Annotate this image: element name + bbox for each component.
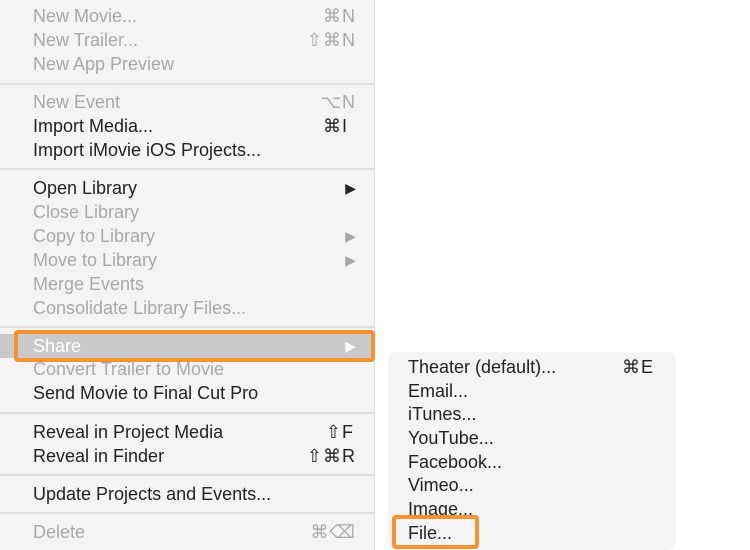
menu-item-label: Email...: [408, 381, 469, 401]
menu-item-open-library[interactable]: Open Library ▶: [0, 176, 374, 200]
menu-item-copy-to-library[interactable]: Copy to Library ▶: [0, 224, 374, 248]
menu-item-move-to-library[interactable]: Move to Library ▶: [0, 248, 374, 272]
submenu-item-vimeo[interactable]: Vimeo...: [388, 473, 676, 497]
menu-item-import-imovie-ios[interactable]: Import iMovie iOS Projects...: [0, 138, 374, 162]
menu-item-update-projects[interactable]: Update Projects and Events...: [0, 482, 374, 506]
menu-item-label: New Event: [33, 92, 121, 112]
menu-item-delete[interactable]: Delete ⌘⌫: [0, 520, 374, 544]
menu-item-label: Delete: [33, 522, 86, 542]
share-highlight-outline: [14, 330, 375, 362]
file-menu: New Movie... ⌘N New Trailer... ⇧⌘N New A…: [0, 0, 375, 550]
separator: [0, 83, 374, 85]
separator: [0, 168, 374, 170]
menu-item-reveal-project-media[interactable]: Reveal in Project Media ⇧F: [0, 420, 374, 444]
separator: [0, 512, 374, 514]
menu-item-label: Close Library: [33, 202, 140, 222]
submenu-arrow-icon: ▶: [345, 252, 356, 268]
menu-item-new-app-preview[interactable]: New App Preview: [0, 52, 374, 76]
menu-item-new-event[interactable]: New Event ⌥N: [0, 90, 374, 114]
menu-item-label: Vimeo...: [408, 475, 474, 495]
submenu-arrow-icon: ▶: [345, 228, 356, 244]
submenu-arrow-icon: ▶: [345, 180, 356, 196]
menu-item-new-movie[interactable]: New Movie... ⌘N: [0, 4, 374, 28]
shortcut: ⌘N: [323, 6, 356, 26]
menu-item-label: Reveal in Project Media: [33, 422, 224, 442]
shortcut: ⌥N: [320, 92, 356, 112]
menu-item-label: New Trailer...: [33, 30, 139, 50]
shortcut: ⇧⌘N: [306, 30, 356, 50]
menu-item-label: Consolidate Library Files...: [33, 298, 247, 318]
separator: [0, 326, 374, 328]
submenu-item-theater[interactable]: Theater (default)... ⌘E: [388, 355, 676, 379]
separator: [0, 412, 374, 414]
menu-item-label: Open Library: [33, 178, 138, 198]
menu-item-reveal-in-finder[interactable]: Reveal in Finder ⇧⌘R: [0, 444, 374, 468]
menu-item-send-to-final-cut[interactable]: Send Movie to Final Cut Pro: [0, 381, 374, 405]
shortcut: ⌘I: [322, 116, 348, 136]
menu-item-label: iTunes...: [408, 404, 477, 424]
menu-item-label: Merge Events: [33, 274, 145, 294]
menu-item-label: New Movie...: [33, 6, 138, 26]
menu-item-label: Move to Library: [33, 250, 158, 270]
submenu-item-facebook[interactable]: Facebook...: [388, 450, 676, 474]
menu-item-label: Import Media...: [33, 116, 154, 136]
menu-item-label: YouTube...: [408, 428, 494, 448]
shortcut: ⇧F: [325, 422, 354, 442]
shortcut: ⌘E: [621, 357, 654, 377]
submenu-item-youtube[interactable]: YouTube...: [388, 426, 676, 450]
menu-item-label: Facebook...: [408, 452, 503, 472]
submenu-item-email[interactable]: Email...: [388, 379, 676, 403]
shortcut: ⌘⌫: [310, 522, 356, 542]
menu-item-label: Import iMovie iOS Projects...: [33, 140, 262, 160]
menu-item-import-media[interactable]: Import Media... ⌘I: [0, 114, 374, 138]
menu-item-label: New App Preview: [33, 54, 175, 74]
submenu-item-itunes[interactable]: iTunes...: [388, 402, 676, 426]
separator: [0, 474, 374, 476]
menu-item-merge-events[interactable]: Merge Events: [0, 272, 374, 296]
menu-item-label: Send Movie to Final Cut Pro: [33, 383, 259, 403]
shortcut: ⇧⌘R: [306, 446, 356, 466]
file-highlight-outline: [392, 515, 479, 549]
menu-item-new-trailer[interactable]: New Trailer... ⇧⌘N: [0, 28, 374, 52]
menu-item-close-library[interactable]: Close Library: [0, 200, 374, 224]
menu-item-label: Update Projects and Events...: [33, 484, 272, 504]
menu-item-label: Copy to Library: [33, 226, 156, 246]
menu-item-label: Reveal in Finder: [33, 446, 165, 466]
menu-item-consolidate-library[interactable]: Consolidate Library Files...: [0, 296, 374, 320]
menu-item-label: Theater (default)...: [408, 357, 557, 377]
